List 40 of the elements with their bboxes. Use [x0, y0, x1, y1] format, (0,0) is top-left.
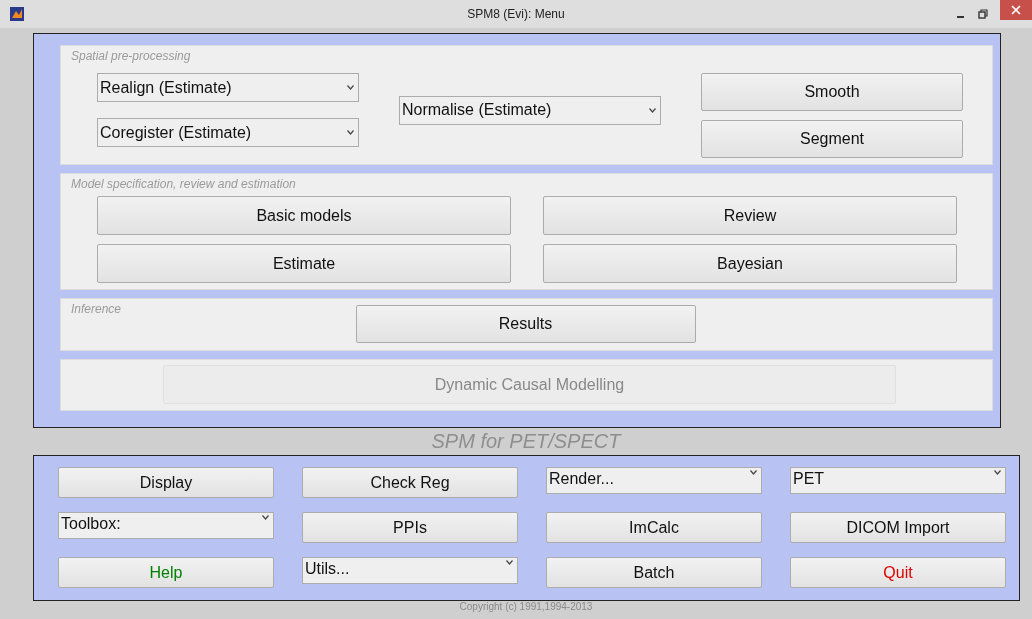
tool-button[interactable]: Help [58, 557, 274, 588]
caret-icon [750, 470, 757, 475]
dropdown[interactable]: Toolbox: [58, 512, 274, 539]
dropdown[interactable]: Utils... [302, 557, 518, 584]
menu-button[interactable]: Review [543, 196, 957, 235]
restore-icon[interactable] [978, 9, 988, 19]
copyright-text: Copyright (c) 1991,1994-2013 [458, 601, 594, 612]
menu-button[interactable]: Smooth [701, 73, 963, 111]
caret-icon [347, 130, 354, 135]
tool-button[interactable]: DICOM Import [790, 512, 1006, 543]
menu-button[interactable]: Results [355, 305, 696, 343]
caret-icon [649, 107, 656, 113]
tool-button[interactable]: ImCalc [546, 512, 762, 543]
menu-button[interactable]: Bayesian [543, 244, 957, 283]
section-label: Model specification, review and estimation [71, 177, 296, 191]
menu-button[interactable]: Basic models [97, 196, 511, 235]
menu-button[interactable]: Segment [701, 120, 963, 158]
tool-button[interactable]: Batch [546, 557, 762, 588]
dropdown[interactable]: Realign (Estimate) [97, 73, 359, 102]
caret-icon [347, 85, 354, 90]
tool-button[interactable]: PPIs [302, 512, 518, 543]
tool-button[interactable]: Check Reg [302, 467, 518, 498]
caret-icon [994, 470, 1001, 475]
close-button[interactable] [1000, 0, 1032, 20]
tool-button[interactable]: Display [58, 467, 274, 498]
dropdown[interactable]: PET [790, 467, 1006, 494]
close-icon [1011, 5, 1021, 15]
caret-icon [262, 515, 269, 520]
window-title: SPM8 (Evi): Menu [466, 7, 566, 21]
modality-title: SPM for PET/SPECT [430, 429, 623, 453]
dropdown[interactable]: Normalise (Estimate) [399, 95, 661, 125]
tool-button[interactable]: Quit [790, 557, 1006, 588]
menu-button[interactable]: Estimate [97, 244, 511, 283]
dropdown[interactable]: Coregister (Estimate) [97, 118, 359, 147]
section-label: Spatial pre-processing [71, 49, 191, 63]
app-icon [10, 7, 24, 21]
section-label: Inference [71, 302, 122, 316]
caret-icon [506, 560, 513, 565]
menu-button: Dynamic Causal Modelling [163, 365, 896, 404]
dropdown[interactable]: Render... [546, 467, 762, 494]
